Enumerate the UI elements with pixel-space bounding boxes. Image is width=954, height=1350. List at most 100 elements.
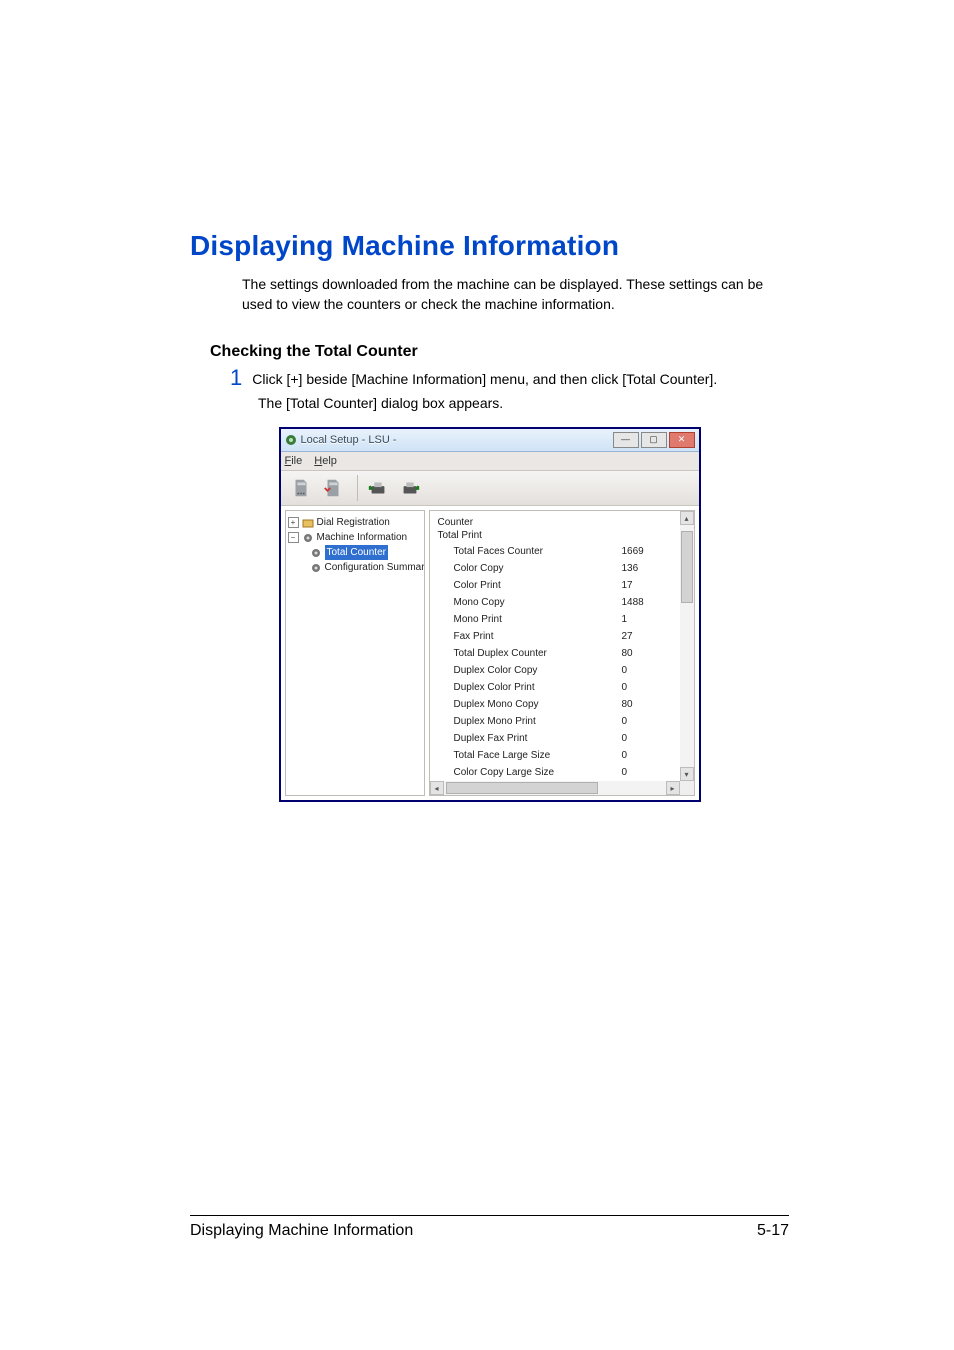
client-area: + Dial Registration − Machine Informatio… (281, 506, 699, 800)
intro-paragraph: The settings downloaded from the machine… (242, 274, 789, 315)
counter-row-label: Duplex Mono Copy (438, 696, 622, 713)
tree-node-total-counter[interactable]: Total Counter (288, 545, 422, 560)
window-buttons: — ▢ ✕ (613, 432, 695, 448)
counter-row-value: 0 (622, 747, 672, 764)
counter-row-label: Color Print (438, 577, 622, 594)
counter-row-label: Duplex Color Copy (438, 662, 622, 679)
maximize-button[interactable]: ▢ (641, 432, 667, 448)
scroll-down-icon[interactable]: ▾ (680, 767, 694, 781)
counter-row-label: Total Face Large Size (438, 747, 622, 764)
counter-row: Mono Print1 (438, 611, 672, 628)
counter-row-label: Color Copy Large Size (438, 764, 622, 781)
page-heading: Displaying Machine Information (190, 230, 789, 262)
counter-row-label: Mono Print (438, 611, 622, 628)
window-title: Local Setup - LSU - (301, 434, 613, 446)
step-1: 1 Click [+] beside [Machine Information]… (230, 369, 789, 389)
vertical-scrollbar[interactable]: ▴ ▾ (680, 511, 694, 781)
counter-row-value: 80 (622, 645, 672, 662)
scroll-track[interactable] (444, 781, 666, 795)
step-number: 1 (230, 367, 242, 389)
toolbar (281, 471, 699, 506)
counter-row: Total Face Large Size0 (438, 747, 672, 764)
counter-row-value: 1669 (622, 543, 672, 560)
counter-row: Duplex Fax Print0 (438, 730, 672, 747)
counter-row: Total Duplex Counter80 (438, 645, 672, 662)
content-pane: Counter Total Print Total Faces Counter1… (429, 510, 695, 796)
horizontal-scrollbar[interactable]: ◂ ▸ (430, 781, 680, 795)
counter-row: Total Faces Counter1669 (438, 543, 672, 560)
scroll-thumb[interactable] (446, 782, 598, 794)
scroll-thumb[interactable] (681, 531, 693, 603)
counter-row-value: 0 (622, 713, 672, 730)
gear-icon (310, 562, 322, 574)
counter-row: Color Print17 (438, 577, 672, 594)
counter-row-label: Duplex Color Print (438, 679, 622, 696)
counter-row-label: Color Copy (438, 560, 622, 577)
tree-label: Dial Registration (317, 515, 390, 530)
counter-row-label: Mono Copy (438, 594, 622, 611)
counter-row-label: Total Duplex Counter (438, 645, 622, 662)
counter-row: Duplex Color Print0 (438, 679, 672, 696)
toolbar-btn-printer-in[interactable] (364, 475, 392, 501)
content-inner[interactable]: Counter Total Print Total Faces Counter1… (430, 511, 680, 781)
counter-row-label: Fax Print (438, 628, 622, 645)
app-icon (285, 434, 297, 446)
minimize-button[interactable]: — (613, 432, 639, 448)
scroll-left-icon[interactable]: ◂ (430, 781, 444, 795)
counter-row: Mono Copy1488 (438, 594, 672, 611)
counter-row: Color Copy136 (438, 560, 672, 577)
scroll-right-icon[interactable]: ▸ (666, 781, 680, 795)
counter-row-value: 80 (622, 696, 672, 713)
tree-node-configuration-summary[interactable]: Configuration Summary (288, 560, 422, 575)
titlebar[interactable]: Local Setup - LSU - — ▢ ✕ (281, 429, 699, 452)
counter-row-value: 0 (622, 764, 672, 781)
counter-row-label: Duplex Mono Print (438, 713, 622, 730)
tree-label-selected: Total Counter (325, 545, 388, 560)
gear-icon (310, 547, 322, 559)
counter-row: Duplex Color Copy0 (438, 662, 672, 679)
expand-icon[interactable]: + (288, 517, 299, 528)
gear-icon (302, 532, 314, 544)
counter-row-label: Total Faces Counter (438, 543, 622, 560)
menubar: File Help (281, 452, 699, 471)
tree-node-machine-information[interactable]: − Machine Information (288, 530, 422, 545)
counter-heading: Counter (438, 517, 672, 528)
footer-left: Displaying Machine Information (190, 1222, 413, 1240)
step-result: The [Total Counter] dialog box appears. (258, 393, 789, 413)
footer-rule (190, 1215, 789, 1216)
scroll-up-icon[interactable]: ▴ (680, 511, 694, 525)
counter-group-heading: Total Print (438, 530, 672, 541)
folder-icon (302, 517, 314, 529)
counter-row-value: 17 (622, 577, 672, 594)
counter-row-value: 1488 (622, 594, 672, 611)
page-footer: Displaying Machine Information 5-17 (190, 1215, 789, 1240)
counter-row-value: 0 (622, 730, 672, 747)
tree-label: Configuration Summary (325, 560, 425, 575)
counter-row-value: 136 (622, 560, 672, 577)
counter-row: Duplex Mono Copy80 (438, 696, 672, 713)
toolbar-btn-phone-2[interactable] (319, 475, 347, 501)
menu-help[interactable]: Help (314, 455, 337, 467)
counter-row-value: 1 (622, 611, 672, 628)
scroll-track[interactable] (680, 525, 694, 767)
tree-node-dial-registration[interactable]: + Dial Registration (288, 515, 422, 530)
counter-row: Color Copy Large Size0 (438, 764, 672, 781)
counter-row-value: 0 (622, 662, 672, 679)
scrollbar-corner (680, 781, 694, 795)
toolbar-separator (357, 475, 358, 501)
counter-row: Duplex Mono Print0 (438, 713, 672, 730)
toolbar-btn-printer-out[interactable] (396, 475, 424, 501)
footer-right: 5-17 (757, 1222, 789, 1240)
tree-pane[interactable]: + Dial Registration − Machine Informatio… (285, 510, 425, 796)
close-button[interactable]: ✕ (669, 432, 695, 448)
counter-row: Fax Print27 (438, 628, 672, 645)
section-heading: Checking the Total Counter (210, 343, 789, 361)
counter-row-value: 27 (622, 628, 672, 645)
counter-rows: Total Faces Counter1669Color Copy136Colo… (438, 543, 672, 781)
step-text: Click [+] beside [Machine Information] m… (252, 369, 717, 389)
menu-file[interactable]: File (285, 455, 303, 467)
collapse-icon[interactable]: − (288, 532, 299, 543)
app-window: Local Setup - LSU - — ▢ ✕ File Help (279, 427, 701, 802)
counter-row-label: Duplex Fax Print (438, 730, 622, 747)
toolbar-btn-phone-1[interactable] (287, 475, 315, 501)
